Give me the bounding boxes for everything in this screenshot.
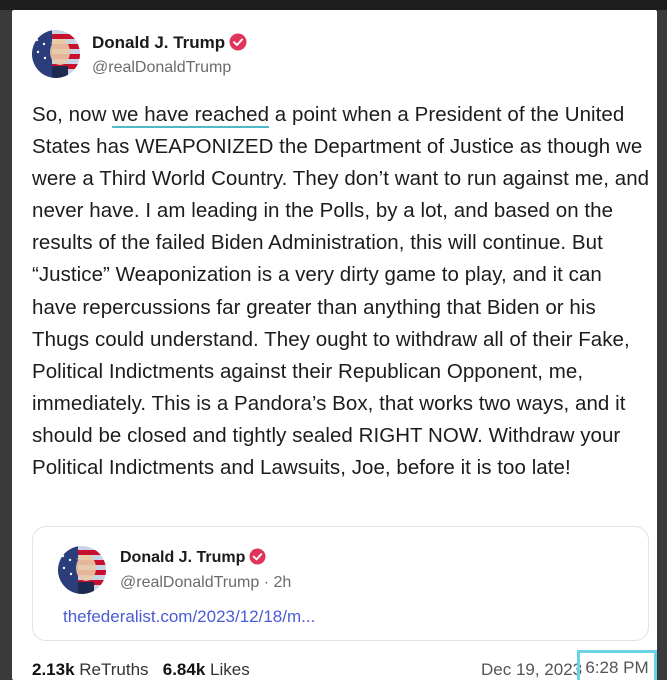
quoted-link[interactable]: thefederalist.com/2023/12/18/m... [63, 607, 315, 627]
post-card: Donald J. Trump @realDonaldTrump So, now… [12, 10, 657, 680]
retruths-label[interactable]: ReTruths [79, 660, 148, 679]
author-handle[interactable]: @realDonaldTrump [92, 59, 231, 77]
post-date: Dec 19, 2023 [481, 660, 583, 679]
post-text-highlight: we have reached [112, 103, 270, 126]
quoted-author-name-text: Donald J. Trump [120, 549, 246, 566]
author-name[interactable]: Donald J. Trump [92, 33, 247, 56]
author-avatar[interactable] [32, 30, 80, 78]
window-top-bar [0, 0, 667, 10]
author-name-text: Donald J. Trump [92, 33, 226, 52]
quoted-author-avatar[interactable] [58, 546, 106, 594]
likes-count[interactable]: 6.84k [163, 660, 206, 679]
post-stats: 2.13k ReTruths 6.84k Likes [32, 660, 250, 680]
quoted-author-name[interactable]: Donald J. Trump [120, 548, 266, 570]
quoted-post[interactable]: Donald J. Trump @realDonaldTrump · 2h th… [32, 526, 649, 641]
verified-badge-icon [249, 548, 266, 570]
post-time-text: 6:28 PM [585, 658, 649, 677]
verified-badge-icon [229, 33, 247, 56]
post-text-start: So, now [32, 103, 113, 126]
likes-label[interactable]: Likes [210, 660, 250, 679]
flag-portrait-icon [58, 546, 106, 594]
post-time: 6:28 PM [577, 650, 657, 680]
post-body: So, now we have reached a point when a P… [32, 99, 652, 484]
left-border [0, 10, 12, 680]
post-text-rest: a point when a President of the United S… [32, 103, 650, 480]
flag-portrait-icon [32, 30, 80, 78]
right-border [657, 10, 667, 680]
retruths-count[interactable]: 2.13k [32, 660, 75, 679]
quoted-handle-time: @realDonaldTrump · 2h [120, 574, 292, 591]
